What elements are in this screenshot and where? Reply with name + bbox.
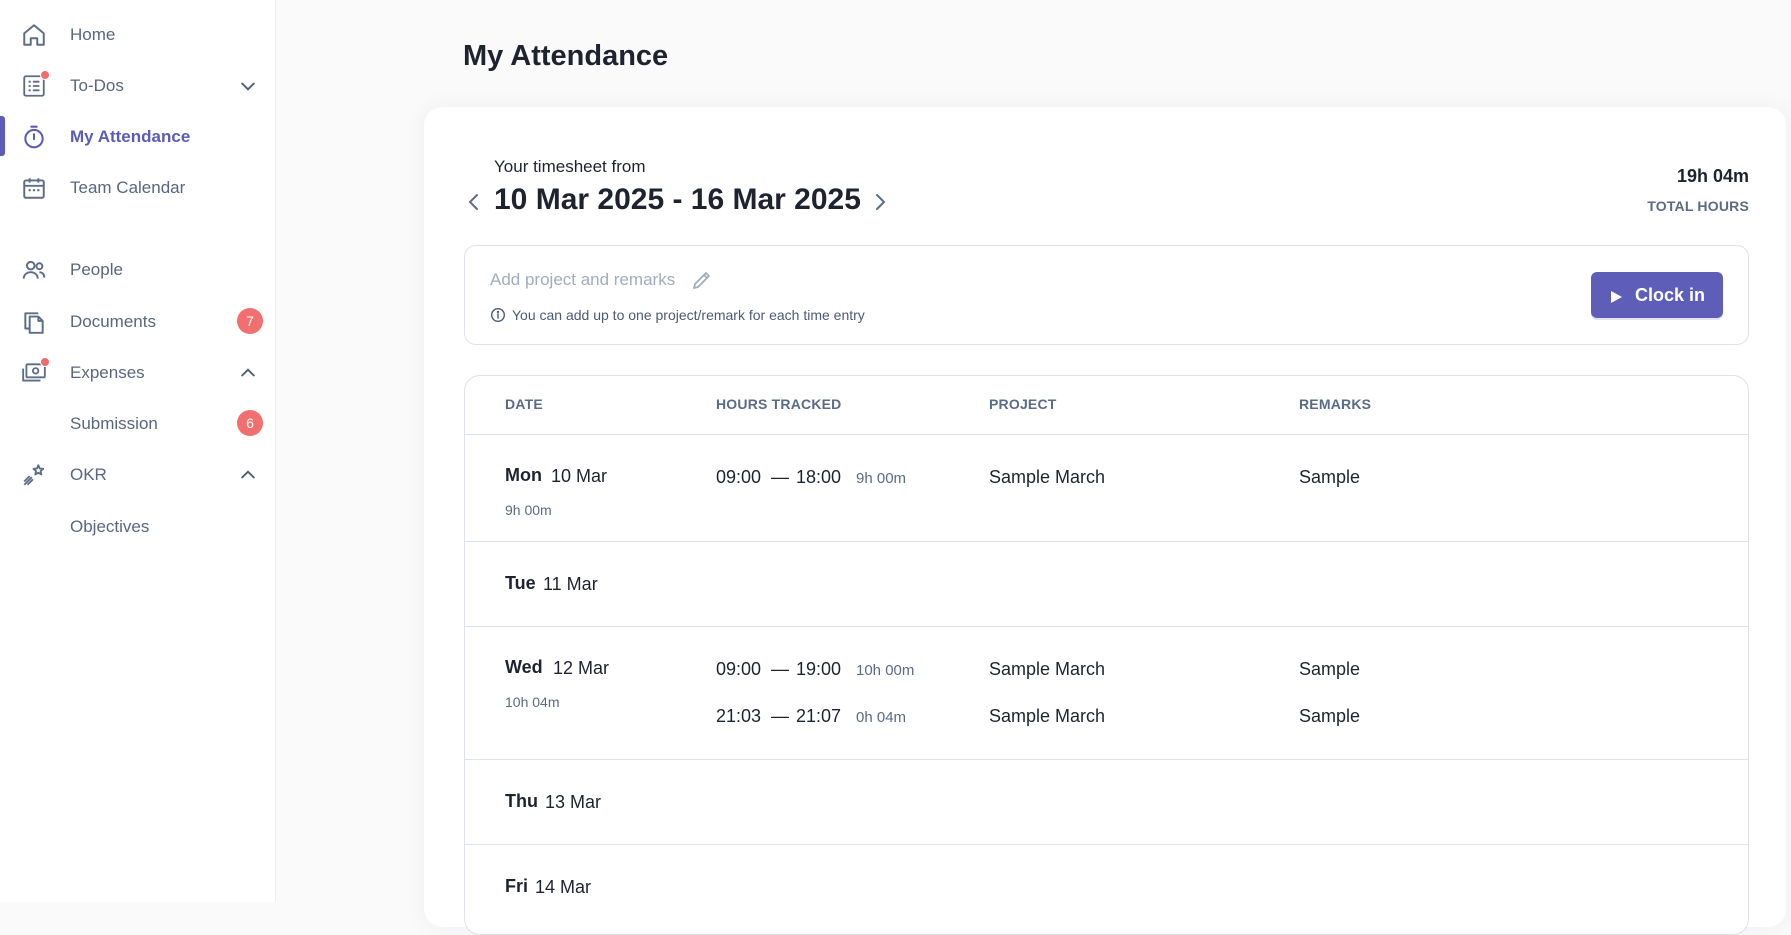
sidebar-item-label: Expenses <box>70 363 145 382</box>
timesheet-from-label: Your timesheet from <box>494 157 646 176</box>
entry-separator: — <box>771 467 789 487</box>
entry-project[interactable]: Sample March <box>989 659 1105 680</box>
pencil-icon[interactable] <box>690 268 714 292</box>
okr-icon <box>21 462 47 488</box>
entry-start[interactable]: 09:00 <box>716 467 761 488</box>
play-icon <box>1609 288 1623 303</box>
divider <box>465 759 1748 760</box>
chevron-up-icon[interactable] <box>238 363 258 383</box>
row-date: 11 Mar <box>543 574 598 594</box>
chevron-left-icon[interactable] <box>462 190 486 214</box>
add-project-remarks-input[interactable]: Add project and remarks <box>490 270 675 290</box>
row-day-total: 9h 00m <box>505 502 552 518</box>
chevron-up-icon[interactable] <box>238 465 258 485</box>
divider <box>465 844 1748 845</box>
attendance-table <box>464 375 1749 935</box>
row-day: Mon <box>505 465 542 485</box>
sidebar-item-label: Submission <box>70 414 158 433</box>
sidebar-item-my-attendance[interactable]: My Attendance <box>0 114 276 158</box>
sidebar-item-label: Team Calendar <box>70 178 186 197</box>
entry-remarks[interactable]: Sample <box>1299 467 1360 488</box>
entry-separator: — <box>771 706 789 726</box>
entry-start[interactable]: 09:00 <box>716 659 761 680</box>
sidebar-item-label: People <box>70 260 123 279</box>
entry-duration: 9h 00m <box>856 470 907 487</box>
column-header-date: DATE <box>505 396 543 412</box>
sidebar-item-todos[interactable]: To-Dos <box>0 63 276 107</box>
entry-project[interactable]: Sample March <box>989 467 1105 488</box>
column-header-project: PROJECT <box>989 396 1057 412</box>
sidebar-item-documents[interactable]: Documents 7 <box>0 299 276 343</box>
sidebar-item-label: Home <box>70 25 116 44</box>
sidebar-item-expenses[interactable]: Expenses <box>0 350 276 394</box>
info-text: You can add up to one project/remark for… <box>512 307 865 323</box>
people-icon <box>21 257 47 283</box>
divider <box>465 434 1748 435</box>
notification-dot <box>40 357 50 367</box>
entry-project[interactable]: Sample March <box>989 706 1105 727</box>
count-badge: 6 <box>237 410 263 436</box>
sidebar-item-submission[interactable]: Submission 6 <box>0 401 276 445</box>
clock-in-button[interactable]: Clock in <box>1591 272 1723 318</box>
entry-end[interactable]: 18:00 <box>796 467 841 488</box>
chevron-right-icon[interactable] <box>868 190 892 214</box>
sidebar-item-people[interactable]: People <box>0 247 276 291</box>
sidebar-item-objectives[interactable]: Objectives <box>0 504 276 548</box>
info-icon <box>490 307 506 323</box>
entry-duration: 10h 00m <box>856 662 915 679</box>
divider <box>465 626 1748 627</box>
page-title: My Attendance <box>463 40 669 72</box>
notification-dot <box>40 70 50 80</box>
time-entry-box <box>464 245 1749 345</box>
entry-remarks[interactable]: Sample <box>1299 659 1360 680</box>
total-hours-label: TOTAL HOURS <box>1647 198 1749 214</box>
entry-remarks[interactable]: Sample <box>1299 706 1360 727</box>
entry-duration: 0h 04m <box>856 709 907 726</box>
chevron-down-icon[interactable] <box>238 76 258 96</box>
sidebar-item-team-calendar[interactable]: Team Calendar <box>0 165 276 209</box>
sidebar-item-label: To-Dos <box>70 76 124 95</box>
row-day: Thu <box>505 791 538 811</box>
entry-end[interactable]: 21:07 <box>796 706 841 727</box>
sidebar-item-label: Documents <box>70 312 156 331</box>
sidebar-item-home[interactable]: Home <box>0 12 276 56</box>
entry-start[interactable]: 21:03 <box>716 706 761 727</box>
column-header-hours: HOURS TRACKED <box>716 396 842 412</box>
row-date: 14 Mar <box>535 877 592 897</box>
row-day: Fri <box>505 876 529 896</box>
sidebar-item-label: Objectives <box>70 517 150 536</box>
count-badge: 7 <box>237 308 263 334</box>
home-icon <box>21 22 47 48</box>
clock-in-label: Clock in <box>1634 284 1705 305</box>
row-day-total: 10h 04m <box>505 694 560 710</box>
calendar-icon <box>21 175 47 201</box>
row-date: 12 Mar <box>553 658 610 678</box>
divider <box>465 541 1748 542</box>
row-date: 13 Mar <box>545 792 602 812</box>
sidebar-item-label: OKR <box>70 465 107 484</box>
active-indicator <box>0 116 5 156</box>
sidebar-item-okr[interactable]: OKR <box>0 452 276 496</box>
sidebar-item-label: My Attendance <box>70 127 191 146</box>
stopwatch-icon <box>21 124 47 150</box>
sidebar: Home To-Dos My Attendance Team Calendar … <box>0 0 276 902</box>
documents-icon <box>21 309 47 335</box>
entry-separator: — <box>771 659 789 679</box>
total-hours-value: 19h 04m <box>1676 166 1749 186</box>
entry-end[interactable]: 19:00 <box>796 659 841 680</box>
row-date: 10 Mar <box>551 466 608 486</box>
timesheet-range: 10 Mar 2025 - 16 Mar 2025 <box>494 183 861 216</box>
column-header-remarks: REMARKS <box>1299 396 1372 412</box>
row-day: Tue <box>505 573 536 593</box>
row-day: Wed <box>505 657 543 677</box>
